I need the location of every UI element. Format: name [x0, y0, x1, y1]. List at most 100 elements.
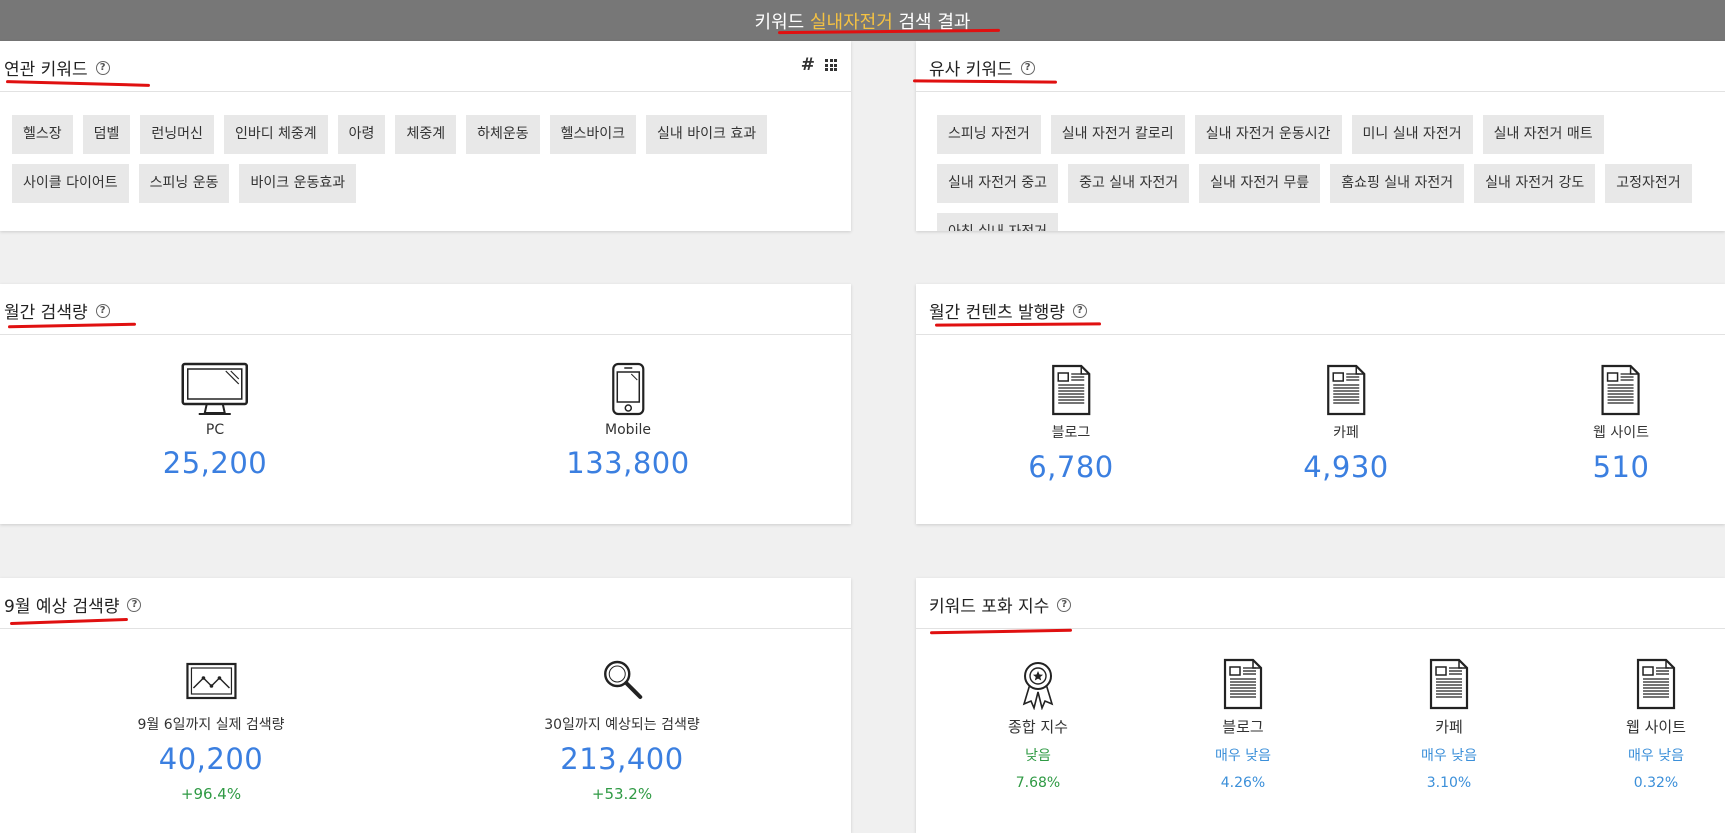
similar-keyword-list: 스피닝 자전거 실내 자전거 칼로리 실내 자전거 운동시간 미니 실내 자전거 실내 … [937, 115, 1725, 231]
actual-search-stat: 9월 6일까지 실제 검색량 40,200 +96.4% [137, 658, 285, 803]
help-icon[interactable]: ? [95, 60, 110, 75]
keyword-tag[interactable]: 런닝머신 [140, 115, 214, 154]
web-saturation-percent: 0.32% [1633, 775, 1679, 791]
cafe-content-stat: 카페 4,930 [1303, 360, 1389, 484]
forecast-panel: 9월 예상 검색량 ? 9월 6일까지 실제 검색량 40,200 +96.4%… [0, 578, 851, 833]
panel-header: 키워드 포화 지수 ? [916, 578, 1725, 629]
keyword-tag[interactable]: 미니 실내 자전거 [1351, 115, 1473, 154]
blog-saturation-percent: 4.26% [1220, 775, 1266, 791]
saturation-title: 키워드 포화 지수 [929, 597, 1050, 617]
keyword-tag[interactable]: 하체운동 [466, 115, 540, 154]
total-index-level: 낮음 [1025, 748, 1051, 764]
keyword-tag[interactable]: 헬스장 [12, 115, 73, 154]
web-saturation-label: 웹 사이트 [1626, 718, 1686, 736]
similar-keywords-panel: 유사 키워드 ? 스피닝 자전거 실내 자전거 칼로리 실내 자전거 운동시간 미니 … [916, 41, 1725, 231]
document-icon [1028, 360, 1114, 416]
keyword-tag[interactable]: 실내 자전거 운동시간 [1194, 115, 1342, 154]
magnifier-icon [544, 658, 700, 700]
keyword-tag[interactable]: 실내 자전거 칼로리 [1050, 115, 1185, 154]
keyword-tag[interactable]: 덤벨 [82, 115, 131, 154]
web-content-stat: 웹 사이트 510 [1593, 360, 1650, 484]
hashtag-icon[interactable]: # [801, 57, 815, 74]
cafe-saturation-level: 매우 낮음 [1421, 748, 1477, 764]
monthly-content-title: 월간 컨텐츠 발행량 [929, 303, 1065, 323]
smartphone-icon [566, 360, 689, 416]
related-keywords-title: 연관 키워드 [4, 60, 88, 80]
blog-value: 6,780 [1028, 450, 1114, 484]
panel-title: 9월 예상 검색량 ? [4, 592, 142, 617]
actual-search-label: 9월 6일까지 실제 검색량 [137, 717, 285, 733]
cafe-saturation-stat: 카페 매우 낮음 3.10% [1421, 654, 1477, 791]
keyword-tag[interactable]: 중고 실내 자전거 [1068, 164, 1190, 203]
similar-keywords-title: 유사 키워드 [929, 60, 1013, 80]
panel-header: 9월 예상 검색량 ? [0, 578, 851, 629]
web-label: 웹 사이트 [1593, 425, 1649, 441]
related-keyword-list: 헬스장 덤벨 런닝머신 인바디 체중계 아령 체중계 하체운동 헬스바이크 실내 바이크 효과사… [12, 115, 851, 203]
keyword-tag[interactable]: 스피닝 자전거 [937, 115, 1041, 154]
results-header: 키워드 실내자전거 검색 결과 [0, 0, 1725, 41]
forecast-title: 9월 예상 검색량 [4, 597, 120, 617]
pc-value: 25,200 [162, 446, 268, 480]
blog-saturation-label: 블로그 [1222, 718, 1264, 736]
total-index-percent: 7.68% [1015, 775, 1061, 791]
document-icon [1593, 360, 1650, 416]
expected-search-value: 213,400 [560, 742, 684, 776]
keyword-tag[interactable]: 아령 [337, 115, 386, 154]
help-icon[interactable]: ? [1072, 303, 1087, 318]
mobile-value: 133,800 [566, 446, 690, 480]
panel-title: 월간 검색량 ? [4, 298, 110, 323]
document-icon [1215, 654, 1271, 710]
help-icon[interactable]: ? [1020, 60, 1035, 75]
expected-search-label: 30일까지 예상되는 검색량 [544, 717, 700, 733]
cafe-saturation-percent: 3.10% [1426, 775, 1472, 791]
web-value: 510 [1592, 450, 1650, 484]
keyword-tag[interactable]: 헬스바이크 [549, 115, 637, 154]
keyword-tag[interactable]: 스피닝 운동 [138, 164, 230, 203]
panel-title: 월간 컨텐츠 발행량 ? [929, 298, 1087, 323]
document-icon [1421, 654, 1477, 710]
related-keywords-panel: 연관 키워드 ? # 헬스장 덤벨 런닝머신 인바디 체중계 아령 체중계 하체운동 헬스바이… [0, 41, 851, 231]
keyword-tag[interactable]: 바이크 운동효과 [239, 164, 357, 203]
mobile-search-stat: Mobile 133,800 [566, 360, 689, 480]
keyword-tag[interactable]: 고정자전거 [1605, 164, 1692, 203]
cafe-value: 4,930 [1303, 450, 1389, 484]
expected-search-stat: 30일까지 예상되는 검색량 213,400 +53.2% [544, 658, 700, 803]
panel-header: 월간 검색량 ? [0, 284, 851, 335]
cafe-saturation-label: 카페 [1435, 718, 1463, 736]
monthly-search-title: 월간 검색량 [4, 303, 88, 323]
blog-label: 블로그 [1051, 425, 1091, 441]
document-icon [1626, 654, 1686, 710]
actual-search-change: +96.4% [180, 785, 242, 803]
panel-title: 연관 키워드 ? [4, 55, 110, 80]
keyword-tag[interactable]: 실내 자전거 무릎 [1199, 164, 1321, 203]
title-prefix: 키워드 [754, 11, 810, 33]
keyword-tag[interactable]: 아침 실내 자전거 [937, 213, 1059, 231]
monthly-content-panel: 월간 컨텐츠 발행량 ? 블로그 6,780 카페 4,930 웹 사이트 51… [916, 284, 1725, 524]
web-saturation-stat: 웹 사이트 매우 낮음 0.32% [1626, 654, 1686, 791]
web-saturation-level: 매우 낮음 [1628, 748, 1684, 764]
keyword-tag[interactable]: 실내 바이크 효과 [646, 115, 768, 154]
award-ribbon-icon [1008, 654, 1068, 710]
keyword-tag[interactable]: 홈쇼핑 실내 자전거 [1330, 164, 1465, 203]
help-icon[interactable]: ? [127, 597, 142, 612]
grid-view-icon[interactable] [825, 59, 837, 71]
keyword-tag[interactable]: 체중계 [395, 115, 457, 154]
expected-search-change: +53.2% [591, 785, 653, 803]
document-icon [1303, 360, 1389, 416]
keyword-tag[interactable]: 실내 자전거 강도 [1474, 164, 1596, 203]
keyword-tag[interactable]: 실내 자전거 매트 [1482, 115, 1604, 154]
blog-saturation-stat: 블로그 매우 낮음 4.26% [1215, 654, 1271, 791]
total-index-stat: 종합 지수 낮음 7.68% [1008, 654, 1068, 791]
blog-content-stat: 블로그 6,780 [1028, 360, 1114, 484]
panel-header: 월간 컨텐츠 발행량 ? [916, 284, 1725, 335]
keyword-tag[interactable]: 인바디 체중계 [223, 115, 328, 154]
help-icon[interactable]: ? [1057, 597, 1072, 612]
cafe-label: 카페 [1333, 425, 1359, 441]
keyword-tag[interactable]: 사이클 다이어트 [12, 164, 129, 203]
panel-title: 키워드 포화 지수 ? [929, 592, 1072, 617]
help-icon[interactable]: ? [95, 303, 110, 318]
actual-search-value: 40,200 [158, 742, 264, 776]
panel-title: 유사 키워드 ? [929, 55, 1035, 80]
keyword-tag[interactable]: 실내 자전거 중고 [937, 164, 1059, 203]
monthly-search-panel: 월간 검색량 ? PC 25,200 Mobile 133,800 [0, 284, 851, 524]
